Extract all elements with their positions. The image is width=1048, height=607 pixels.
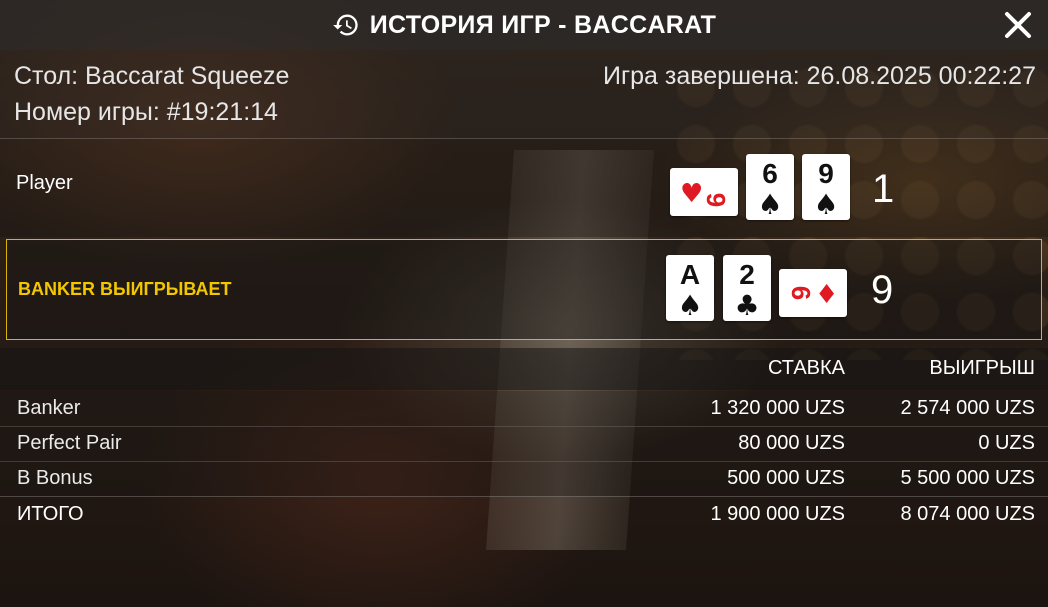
total-label: ИТОГО xyxy=(17,503,84,525)
card-rank: 6 xyxy=(762,158,778,189)
win-amount: 5 500 000 UZS xyxy=(900,467,1035,489)
total-row: ИТОГО 1 900 000 UZS 8 074 000 UZS xyxy=(0,497,1048,532)
win-amount: 0 UZS xyxy=(978,432,1035,454)
banker-winner-label: BANKER ВЫИГРЫВАЕТ xyxy=(18,279,232,299)
column-bet: СТАВКА xyxy=(767,357,845,379)
close-icon xyxy=(1005,12,1031,38)
game-history-modal: ИСТОРИЯ ИГР - BACCARAT Стол: Baccarat Sq… xyxy=(0,0,1048,607)
banker-hand-row: BANKER ВЫИГРЫВАЕТ A ♠ 2 ♣ 6 ♦ 9 xyxy=(6,239,1042,340)
bets-table-header: СТАВКА ВЫИГРЫШ xyxy=(0,348,1048,390)
player-hand-row: Player ♥ 9 6 ♠ 9 ♠ 1 xyxy=(0,139,1048,237)
table-row: B Bonus 500 000 UZS 5 500 000 UZS xyxy=(0,461,1048,497)
column-win: ВЫИГРЫШ xyxy=(929,357,1035,379)
player-card-2: 6 ♠ xyxy=(746,154,794,220)
card-suit: ♠ xyxy=(813,188,838,220)
bet-amount: 80 000 UZS xyxy=(738,432,845,454)
player-card-3: 9 ♠ xyxy=(802,154,850,220)
card-suit: ♠ xyxy=(677,289,702,321)
card-rank: A xyxy=(680,259,700,290)
table-name: Стол: Baccarat Squeeze xyxy=(14,62,290,90)
modal-title: ИСТОРИЯ ИГР - BACCARAT xyxy=(369,10,717,39)
card-rank: 6 xyxy=(786,286,816,300)
bet-name: Banker xyxy=(17,397,81,419)
table-row: Perfect Pair 80 000 UZS 0 UZS xyxy=(0,426,1048,462)
banker-card-2: 2 ♣ xyxy=(723,255,771,321)
bet-amount: 1 320 000 UZS xyxy=(710,397,845,419)
bet-name: B Bonus xyxy=(17,467,93,489)
header-title-group: ИСТОРИЯ ИГР - BACCARAT xyxy=(332,11,716,40)
total-bet: 1 900 000 UZS xyxy=(710,503,845,525)
card-suit: ♦ xyxy=(815,280,838,310)
game-finished-time: Игра завершена: 26.08.2025 00:22:27 xyxy=(603,62,1036,90)
card-suit: ♠ xyxy=(757,188,782,220)
card-suit: ♣ xyxy=(734,289,759,321)
bet-name: Perfect Pair xyxy=(17,432,122,454)
player-card-1: ♥ 9 xyxy=(670,168,738,216)
player-score: 1 xyxy=(872,167,895,211)
modal-header: ИСТОРИЯ ИГР - BACCARAT xyxy=(0,0,1048,50)
win-amount: 2 574 000 UZS xyxy=(900,397,1035,419)
banker-card-3: 6 ♦ xyxy=(779,269,847,317)
banker-card-1: A ♠ xyxy=(666,255,714,321)
close-button[interactable] xyxy=(1002,9,1034,41)
bet-amount: 500 000 UZS xyxy=(727,467,845,489)
card-rank: 9 xyxy=(701,193,731,207)
card-rank: 9 xyxy=(818,158,834,189)
game-number: Номер игры: #19:21:14 xyxy=(14,98,278,126)
player-label: Player xyxy=(16,172,73,194)
table-row: Banker 1 320 000 UZS 2 574 000 UZS xyxy=(0,391,1048,427)
banker-score: 9 xyxy=(871,268,894,312)
total-win: 8 074 000 UZS xyxy=(900,503,1035,525)
game-info: Стол: Baccarat Squeeze Номер игры: #19:2… xyxy=(0,50,1048,139)
history-icon xyxy=(332,11,360,39)
card-suit: ♥ xyxy=(680,179,703,209)
card-rank: 2 xyxy=(739,259,755,290)
